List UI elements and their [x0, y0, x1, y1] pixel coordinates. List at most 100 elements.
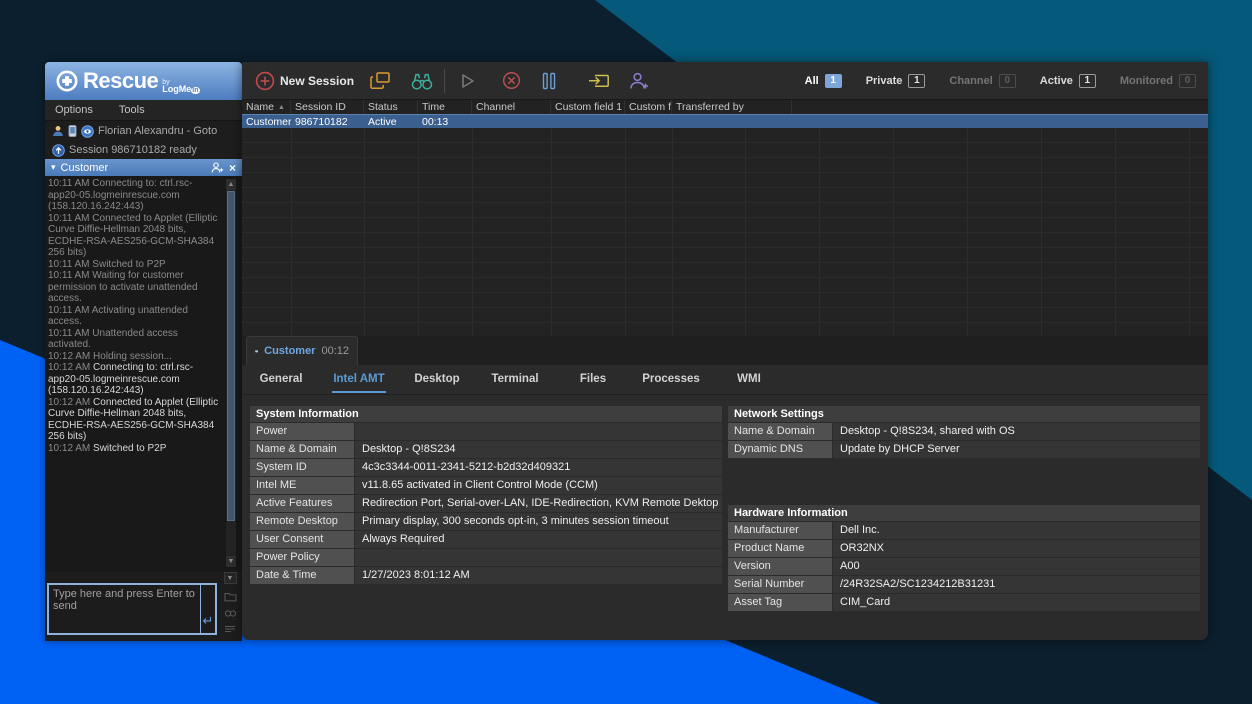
tab-terminal[interactable]: Terminal	[476, 365, 554, 395]
menu-tools[interactable]: Tools	[119, 104, 145, 116]
info-row: Name & DomainDesktop - Q!8S234	[250, 441, 722, 459]
info-row: Remote DesktopPrimary display, 300 secon…	[250, 513, 722, 531]
info-value: CIM_Card	[833, 594, 1200, 611]
send-button[interactable]: ↵	[200, 585, 215, 633]
hold-session-button[interactable]	[537, 69, 561, 93]
technician-icon	[52, 125, 64, 137]
info-row: Name & DomainDesktop - Q!8S234, shared w…	[728, 423, 1200, 441]
technician-console-window: New Session	[242, 62, 1208, 640]
info-label: Asset Tag	[728, 594, 833, 611]
filter-count-badge: 1	[908, 74, 925, 88]
scroll-up-icon[interactable]: ▲	[226, 179, 236, 190]
chat-message: 10:12 AM Switched to P2P	[48, 443, 220, 455]
tab-wmi[interactable]: WMI	[710, 365, 788, 395]
menu-options[interactable]: Options	[55, 104, 93, 116]
info-value: 1/27/2023 8:01:12 AM	[355, 567, 722, 584]
info-value: Always Required	[355, 531, 722, 548]
grid-line	[967, 128, 968, 336]
hardware-information-table: Hardware Information ManufacturerDell In…	[728, 505, 1200, 612]
tab-files[interactable]: Files	[554, 365, 632, 395]
new-session-button[interactable]: New Session	[254, 70, 368, 92]
scroll-down-button[interactable]: ▼	[224, 572, 237, 584]
brand-by: by LogMeIn	[162, 79, 199, 94]
info-value	[355, 549, 722, 566]
info-label: Product Name	[728, 540, 833, 557]
tab-intel-amt[interactable]: Intel AMT	[320, 365, 398, 395]
column-header[interactable]: Session ID	[291, 100, 364, 114]
network-settings-title: Network Settings	[728, 406, 1200, 423]
info-label: Name & Domain	[728, 423, 833, 440]
computer-icon	[255, 345, 258, 358]
session-tab-time: 00:12	[321, 345, 349, 357]
chat-scrollbar[interactable]: ▲ ▼	[225, 178, 237, 568]
column-header[interactable]: Time	[418, 100, 472, 114]
chat-message: 10:12 AM Connecting to: ctrl.rsc-app20-0…	[48, 362, 220, 397]
info-row: VersionA00	[728, 558, 1200, 576]
customer-session-tab[interactable]: Customer 00:12	[246, 336, 358, 365]
info-value	[355, 423, 722, 440]
chat-input[interactable]	[49, 585, 200, 633]
chat-message: 10:11 AM Activating unattended access.	[48, 305, 220, 328]
folder-icon[interactable]	[224, 591, 237, 602]
close-icon[interactable]: ×	[229, 162, 236, 174]
grid-line	[745, 128, 746, 336]
column-header[interactable]: Transferred by	[672, 100, 792, 114]
link-icon[interactable]	[224, 609, 237, 618]
filter-tab-monitored[interactable]: Monitored0	[1120, 74, 1196, 88]
scroll-down-icon[interactable]: ▼	[226, 556, 236, 567]
filter-tab-channel[interactable]: Channel0	[949, 74, 1015, 88]
chat-message: 10:11 AM Unattended access activated.	[48, 328, 220, 351]
end-session-button[interactable]	[499, 69, 523, 93]
eye-status-icon	[81, 125, 94, 138]
column-header[interactable]: Name▲	[242, 100, 291, 114]
info-row: User ConsentAlways Required	[250, 531, 722, 549]
filter-tab-private[interactable]: Private1	[866, 74, 926, 88]
info-label: Power	[250, 423, 355, 440]
grid-line	[291, 128, 292, 336]
filter-tab-active[interactable]: Active1	[1040, 74, 1096, 88]
tab-desktop[interactable]: Desktop	[398, 365, 476, 395]
session-ready-icon	[52, 144, 65, 157]
column-header[interactable]: Custom field 1	[551, 100, 625, 114]
column-header[interactable]: Status	[364, 100, 418, 114]
info-value: OR32NX	[833, 540, 1200, 557]
start-session-button[interactable]	[455, 69, 479, 93]
phone-icon	[68, 125, 77, 137]
invite-person-icon[interactable]	[211, 162, 224, 173]
customer-panel-header[interactable]: ▾ Customer ×	[45, 159, 242, 176]
session-table-header: Name▲Session IDStatusTimeChannelCustom f…	[242, 100, 1208, 114]
transfer-icon	[587, 71, 611, 91]
column-header[interactable]: Custom fiel	[625, 100, 672, 114]
info-label: System ID	[250, 459, 355, 476]
info-value: Dell Inc.	[833, 522, 1200, 539]
technician-name: Florian Alexandru - Goto	[98, 125, 217, 137]
monitor-sessions-button[interactable]	[410, 69, 434, 93]
info-row: System ID4c3c3344-0011-2341-5212-b2d32d4…	[250, 459, 722, 477]
chat-log: 10:11 AM Connecting to: ctrl.rsc-app20-0…	[48, 178, 220, 454]
system-information-table: System Information PowerName & DomainDes…	[250, 406, 722, 585]
info-value: A00	[833, 558, 1200, 575]
grid-line	[1041, 128, 1042, 336]
connect-computers-button[interactable]	[368, 69, 392, 93]
transfer-session-button[interactable]	[587, 69, 611, 93]
chat-message: 10:12 AM Connected to Applet (Elliptic C…	[48, 397, 220, 443]
info-label: User Consent	[250, 531, 355, 548]
notes-icon[interactable]	[224, 625, 236, 633]
network-settings-table: Network Settings Name & DomainDesktop - …	[728, 406, 1200, 459]
invite-technician-button[interactable]	[627, 69, 651, 93]
tab-processes[interactable]: Processes	[632, 365, 710, 395]
info-label: Dynamic DNS	[728, 441, 833, 458]
tab-general[interactable]: General	[242, 365, 320, 395]
end-session-icon	[501, 70, 522, 91]
info-label: Manufacturer	[728, 522, 833, 539]
scrollbar-thumb[interactable]	[227, 191, 235, 521]
session-tab-bar: Customer 00:12	[242, 336, 1208, 365]
filter-tab-all[interactable]: All1	[805, 74, 842, 88]
info-label: Remote Desktop	[250, 513, 355, 530]
chat-input-box[interactable]: ↵	[47, 583, 217, 635]
chat-area: 10:11 AM Connecting to: ctrl.rsc-app20-0…	[45, 176, 242, 572]
info-label: Date & Time	[250, 567, 355, 584]
info-value: Redirection Port, Serial-over-LAN, IDE-R…	[355, 495, 722, 512]
column-header[interactable]: Channel	[472, 100, 551, 114]
selected-session-row[interactable]: Customer 986710182 Active 00:13	[242, 114, 1208, 128]
